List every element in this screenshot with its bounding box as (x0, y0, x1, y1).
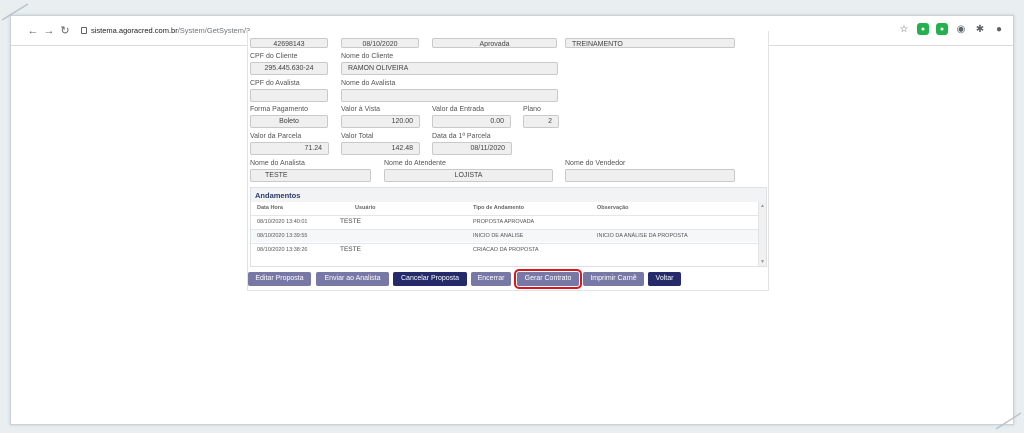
row-tipo: INICIO DE ANALISE (473, 233, 524, 239)
url-host: sistema.agoracred.com.br (91, 26, 178, 35)
proposal-status-field: Aprovada (432, 38, 557, 48)
voltar-button[interactable]: Voltar (648, 272, 681, 286)
cpf-avalista-field (250, 89, 328, 102)
col-data-hora: Data Hora (257, 205, 283, 211)
page-curl-bottom-right-icon (995, 412, 1022, 430)
data-parcela-label: Data da 1ª Parcela (432, 133, 491, 140)
encerrar-button[interactable]: Encerrar (471, 272, 511, 286)
valor-entrada-field: 0.00 (432, 115, 511, 128)
reload-icon[interactable]: ↻ (57, 23, 73, 39)
data-parcela-field: 08/11/2020 (432, 142, 512, 155)
editar-proposta-button[interactable]: Editar Proposta (248, 272, 311, 286)
nome-analista-label: Nome do Analista (250, 160, 305, 167)
col-usuario: Usuário (355, 205, 376, 211)
camera-icon[interactable]: ◉ (955, 23, 967, 35)
row-data-hora: 08/10/2020 13:39:55 (257, 233, 308, 239)
valor-parcela-field: 71.24 (250, 142, 329, 155)
forward-arrow-icon[interactable]: → (41, 23, 57, 39)
nome-cliente-label: Nome do Cliente (341, 53, 394, 60)
cancelar-proposta-button[interactable]: Cancelar Proposta (393, 272, 467, 286)
nome-analista-field: TESTE (250, 169, 371, 182)
row-usuario: TESTE (340, 218, 361, 225)
row-data-hora: 08/10/2020 13:40:01 (257, 219, 308, 225)
row-tipo: CRIACAO DA PROPOSTA (473, 247, 539, 253)
forma-pagamento-label: Forma Pagamento (250, 106, 308, 113)
browser-window: ← → ↻ sistema.agoracred.com.br/System/Ge… (10, 15, 1014, 425)
col-tipo-andamento: Tipo de Andamento (473, 205, 525, 211)
star-icon[interactable]: ☆ (898, 23, 910, 35)
row-observacao: INICIO DA ANÁLISE DA PROPOSTA (597, 233, 688, 239)
nome-cliente-field: RAMON OLIVEIRA (341, 62, 558, 75)
lock-icon (81, 27, 87, 34)
andamentos-scrollbar[interactable]: ▲ ▼ (758, 202, 766, 266)
valor-vista-field: 120.00 (341, 115, 420, 128)
puzzle-icon[interactable]: ✱ (974, 23, 986, 35)
valor-vista-label: Valor à Vista (341, 106, 381, 113)
valor-total-label: Valor Total (341, 133, 374, 140)
valor-parcela-label: Valor da Parcela (250, 133, 302, 140)
nome-vendedor-label: Nome do Vendedor (565, 160, 626, 167)
table-row: 08/10/2020 13:39:55 INICIO DE ANALISE IN… (251, 229, 758, 242)
row-usuario: TESTE (340, 246, 361, 253)
imprimir-carne-button[interactable]: Imprimir Carnê (583, 272, 644, 286)
proposal-date-field: 08/10/2020 (341, 38, 419, 48)
scroll-up-icon[interactable]: ▲ (760, 203, 765, 209)
store-field: TREINAMENTO (565, 38, 735, 48)
extension-green-icon[interactable]: ● (917, 23, 929, 35)
table-row: 08/10/2020 13:38:26 TESTE CRIACAO DA PRO… (251, 243, 758, 256)
plano-field: 2 (523, 115, 559, 128)
cpf-cliente-label: CPF do Cliente (250, 53, 298, 60)
nome-atendente-field: LOJISTA (384, 169, 553, 182)
col-observacao: Observação (597, 205, 629, 211)
nome-vendedor-field (565, 169, 735, 182)
table-row: 08/10/2020 13:40:01 TESTE PROPOSTA APROV… (251, 215, 758, 228)
forma-pagamento-field: Boleto (250, 115, 328, 128)
row-data-hora: 08/10/2020 13:38:26 (257, 247, 308, 253)
proposal-number-field: 42698143 (250, 38, 328, 48)
scroll-down-icon[interactable]: ▼ (760, 259, 765, 265)
cpf-avalista-label: CPF do Avalista (250, 80, 300, 87)
valor-entrada-label: Valor da Entrada (432, 106, 485, 113)
nome-avalista-label: Nome do Avalista (341, 80, 396, 87)
back-arrow-icon[interactable]: ← (25, 23, 41, 39)
page-curl-top-left-icon (2, 3, 29, 21)
nome-avalista-field (341, 89, 558, 102)
enviar-analista-button[interactable]: Enviar ao Analista (316, 272, 389, 286)
cpf-cliente-field: 295.445.630-24 (250, 62, 328, 75)
address-bar[interactable]: sistema.agoracred.com.br/System/GetSyste… (81, 26, 250, 35)
row-tipo: PROPOSTA APROVADA (473, 219, 535, 225)
profile-icon[interactable]: ● (993, 23, 1005, 35)
andamentos-panel: Andamentos Data Hora Usuário Tipo de And… (250, 187, 767, 267)
valor-total-field: 142.48 (341, 142, 420, 155)
gerar-contrato-button[interactable]: Gerar Contrato (514, 269, 582, 289)
extension-whatsapp-icon[interactable]: ● (936, 23, 948, 35)
nome-atendente-label: Nome do Atendente (384, 160, 446, 167)
plano-label: Plano (523, 106, 541, 113)
andamentos-title: Andamentos (255, 191, 301, 200)
andamentos-header (251, 188, 766, 202)
url-path: /System/GetSystem/3 (177, 26, 251, 35)
